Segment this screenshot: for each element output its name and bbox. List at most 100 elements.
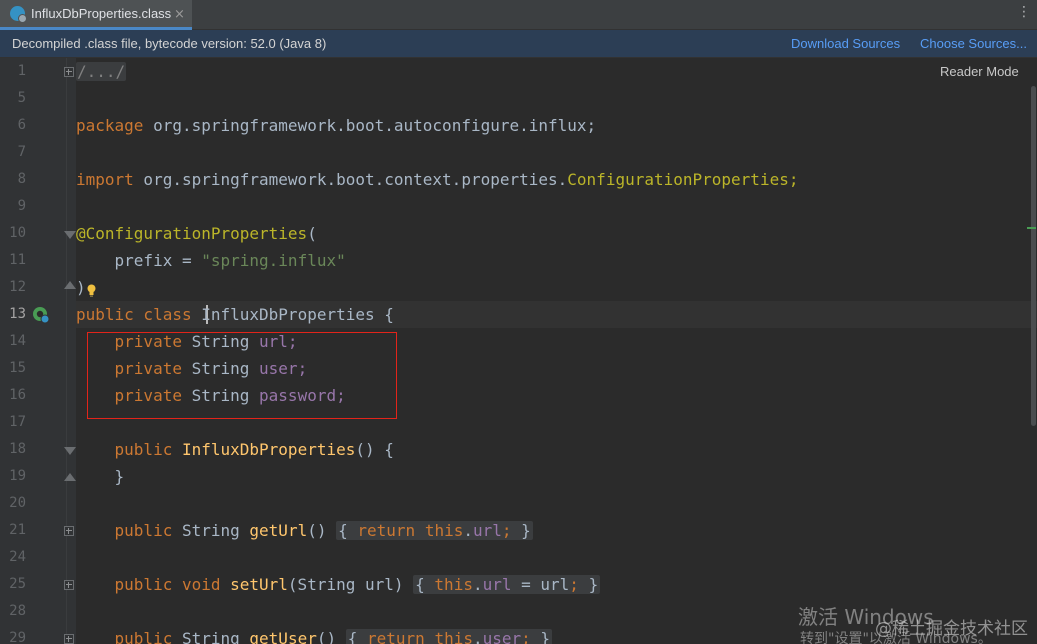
fold-end-icon[interactable] <box>64 281 76 289</box>
type-name: String <box>181 521 250 540</box>
keyword: public void <box>76 575 231 594</box>
banner-message: Decompiled .class file, bytecode version… <box>12 36 327 51</box>
brace: } <box>588 575 599 594</box>
semicolon: ; <box>501 521 522 540</box>
keyword: return <box>367 629 435 644</box>
folded-body[interactable]: { return this.url; } <box>336 521 533 540</box>
gutter-divider <box>66 58 67 644</box>
more-options-icon[interactable]: ⋮ <box>1017 4 1031 20</box>
keyword: this <box>424 521 464 540</box>
line-number: 18 <box>9 441 26 457</box>
code-line-25: public void setUrl(String url) { this.ur… <box>76 571 601 598</box>
method-name: getUrl <box>249 521 308 540</box>
red-highlight-box <box>87 332 397 419</box>
brace: { <box>374 305 394 324</box>
editor-tab-bar: InfluxDbProperties.class × ⋮ <box>0 0 1037 30</box>
keyword: this <box>434 629 473 644</box>
method-name: getUser <box>249 629 317 644</box>
brace: } <box>521 521 531 540</box>
line-number: 9 <box>17 198 26 214</box>
brace: { <box>347 629 368 644</box>
line-number: 6 <box>17 117 26 133</box>
line-number-current: 13 <box>9 306 26 322</box>
folded-imports-path[interactable]: /.../ <box>76 62 127 81</box>
dot: . <box>472 575 483 594</box>
fold-expand-icon[interactable] <box>64 526 74 536</box>
folded-body[interactable]: { return this.user; } <box>345 629 553 644</box>
method-name: setUrl <box>230 575 288 594</box>
semicolon: ; <box>569 575 589 594</box>
code-line-29: public String getUser() { return this.us… <box>76 625 553 644</box>
close-icon[interactable]: × <box>174 7 185 22</box>
paren: ) <box>76 278 86 297</box>
fold-end-icon[interactable] <box>64 473 76 481</box>
brace: } <box>540 629 551 644</box>
code-line-11: prefix = "spring.influx" <box>76 247 346 274</box>
import-package: org.springframework.boot.context.propert… <box>133 170 568 189</box>
download-sources-link[interactable]: Download Sources <box>791 36 900 51</box>
scrollbar-thumb[interactable] <box>1031 86 1036 426</box>
fold-expand-icon[interactable] <box>64 580 74 590</box>
line-number: 14 <box>9 333 26 349</box>
tab-title: InfluxDbProperties.class <box>31 6 172 21</box>
keyword: this <box>434 575 473 594</box>
fold-expand-icon[interactable] <box>64 67 74 77</box>
line-number: 1 <box>17 63 26 79</box>
line-number: 12 <box>9 279 26 295</box>
code-line-19: } <box>76 463 125 490</box>
semicolon: ; <box>521 629 541 644</box>
dot: . <box>472 629 483 644</box>
fold-collapse-icon[interactable] <box>64 231 76 239</box>
keyword: public <box>76 629 182 644</box>
constructor-name: InfluxDbProperties <box>181 440 356 459</box>
brace: { <box>415 575 435 594</box>
keyword: return <box>357 521 425 540</box>
keyword: public class <box>76 305 202 324</box>
line-number: 19 <box>9 468 26 484</box>
fold-expand-icon[interactable] <box>64 634 74 644</box>
line-number: 10 <box>9 225 26 241</box>
line-number: 11 <box>9 252 26 268</box>
paren: () <box>316 629 346 644</box>
annotation: @ConfigurationProperties <box>76 224 308 243</box>
line-number: 25 <box>9 576 26 592</box>
code-line-8: import org.springframework.boot.context.… <box>76 166 798 193</box>
choose-sources-link[interactable]: Choose Sources... <box>920 36 1027 51</box>
field-name: url <box>482 575 512 594</box>
line-number: 28 <box>9 603 26 619</box>
line-number: 17 <box>9 414 26 430</box>
line-number: 15 <box>9 360 26 376</box>
line-number: 20 <box>9 495 26 511</box>
keyword: public <box>76 440 182 459</box>
java-class-icon <box>10 6 27 23</box>
code-line-21: public String getUrl() { return this.url… <box>76 517 533 544</box>
line-number-gutter: 1 5 6 7 8 9 10 11 12 13 14 15 16 17 18 1… <box>0 58 76 644</box>
annotation-key: prefix = <box>76 251 202 270</box>
package-name: org.springframework.boot.autoconfigure.i… <box>143 116 597 135</box>
reader-mode-button[interactable]: Reader Mode <box>940 64 1019 79</box>
class-name: InfluxDbProperties <box>201 305 375 324</box>
type-name: String <box>181 629 250 644</box>
dot: . <box>463 521 473 540</box>
fold-collapse-icon[interactable] <box>64 447 76 455</box>
code-line-18: public InfluxDbProperties() { <box>76 436 394 463</box>
code-line-6: package org.springframework.boot.autocon… <box>76 112 596 139</box>
paren: () <box>307 521 337 540</box>
line-number: 7 <box>17 144 26 160</box>
lightbulb-icon[interactable] <box>87 284 96 297</box>
import-class: ConfigurationProperties; <box>567 170 799 189</box>
code-line-12: ) <box>76 274 86 301</box>
keyword: public <box>76 521 182 540</box>
folded-body[interactable]: { this.url = url; } <box>413 575 601 594</box>
field-name: user <box>482 629 522 644</box>
code-line-13: public class InfluxDbProperties { <box>76 301 394 328</box>
brace: () { <box>355 440 394 459</box>
implemented-by-icon[interactable] <box>32 306 50 324</box>
line-number: 5 <box>17 90 26 106</box>
parameters: (String url) <box>287 575 414 594</box>
assignment: = url <box>511 575 570 594</box>
tab-influxdbproperties[interactable]: InfluxDbProperties.class × <box>0 0 192 30</box>
change-marker <box>1027 227 1036 229</box>
line-number: 24 <box>9 549 26 565</box>
keyword: import <box>76 170 134 189</box>
